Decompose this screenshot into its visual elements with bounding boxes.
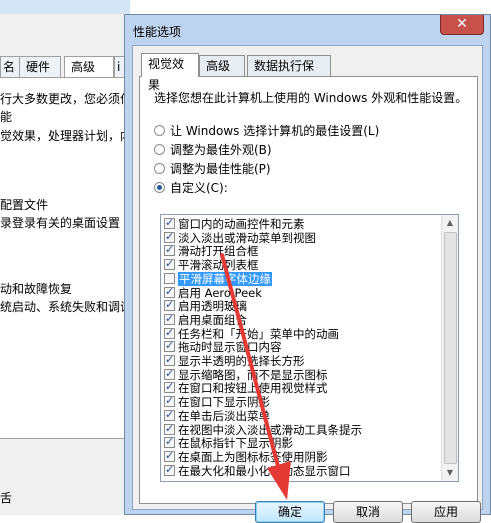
effect-label: 淡入淡出或滑动菜单到视图	[178, 230, 316, 245]
cancel-button[interactable]: 取消	[333, 501, 403, 523]
effect-item[interactable]: 在桌面上为图标标签使用阴影	[161, 449, 441, 464]
background-tab-panel: 行大多数更改，您必须作 能 觉效果，处理器计划，内 配置文件 录登录有关的桌面设…	[0, 77, 128, 439]
scroll-up-arrow-icon[interactable]: ▲	[442, 215, 458, 231]
apply-button[interactable]: 应用	[411, 501, 481, 523]
background-footer-text: 舌	[0, 491, 13, 505]
effect-label: 平滑屏幕字体边缘	[178, 271, 272, 286]
tab-advanced[interactable]: 高级	[64, 56, 114, 78]
system-properties-window: 名 硬件 高级 i 行大多数更改，您必须作 能 觉效果，处理器计划，内 配置文件…	[0, 0, 130, 515]
note-text: 行大多数更改，您必须作	[0, 92, 128, 106]
scroll-down-arrow-icon[interactable]: ▼	[442, 465, 458, 481]
effect-label: 在窗口下显示阴影	[178, 395, 270, 410]
effect-checkbox[interactable]	[164, 435, 175, 449]
tab-advanced[interactable]: 高级	[199, 55, 245, 76]
performance-options-dialog: 性能选项 ✕ 视觉效果 高级 数据执行保护 选择您想在此计算机上使用的 Wind…	[124, 14, 491, 523]
effect-checkbox[interactable]	[164, 326, 175, 340]
effect-checkbox[interactable]	[164, 422, 175, 436]
effect-label: 启用透明玻璃	[178, 299, 247, 314]
effect-label: 在桌面上为图标标签使用阴影	[178, 449, 328, 464]
radio-label: 自定义(C):	[170, 181, 228, 195]
effect-label: 在最大化和最小化时动态显示窗口	[178, 463, 351, 478]
effect-item[interactable]: 窗口内的动画控件和元素	[161, 216, 441, 231]
effect-checkbox[interactable]	[164, 394, 175, 408]
effect-checkbox[interactable]	[164, 298, 175, 312]
effect-label: 在窗口和按钮上使用视觉样式	[178, 381, 328, 396]
panel-description: 选择您想在此计算机上使用的 Windows 外观和性能设置。	[154, 91, 468, 105]
effect-checkbox[interactable]	[164, 353, 175, 367]
tab-hardware[interactable]: 硬件	[19, 56, 61, 77]
effect-label: 显示半透明的选择长方形	[178, 354, 305, 368]
close-icon: ✕	[456, 16, 468, 32]
effect-checkbox[interactable]	[164, 339, 175, 353]
dialog-client-area: 视觉效果 高级 数据执行保护 选择您想在此计算机上使用的 Windows 外观和…	[132, 45, 483, 510]
tab-visual-effects[interactable]: 视觉效果	[141, 53, 199, 92]
effect-item[interactable]: 在视图中淡入淡出或滑动工具条提示	[161, 422, 441, 437]
effect-label: 在单击后淡出菜单	[178, 408, 270, 423]
radio-button[interactable]	[154, 125, 165, 136]
startup-recovery-description: 统启动、系统失败和调试	[0, 300, 128, 314]
ok-button[interactable]: 确定	[255, 501, 325, 523]
effect-checkbox[interactable]	[164, 312, 175, 326]
startup-recovery-heading: 动和故障恢复	[0, 282, 73, 296]
effect-item[interactable]: 显示缩略图，而不是显示图标	[161, 367, 441, 382]
effect-label: 拖动时显示窗口内容	[178, 340, 282, 355]
effect-item[interactable]: 在最大化和最小化时动态显示窗口	[161, 463, 441, 478]
effect-label: 滑动打开组合框	[178, 244, 259, 259]
effect-item[interactable]: 在窗口和按钮上使用视觉样式	[161, 380, 441, 396]
dialog-title: 性能选项	[133, 25, 182, 39]
effect-item[interactable]: 启用桌面组合	[161, 312, 441, 327]
radio-label: 调整为最佳性能(P)	[170, 162, 271, 176]
effect-label: 任务栏和「开始」菜单中的动画	[178, 326, 339, 341]
effect-label: 启用 Aero Peek	[178, 285, 262, 300]
scroll-thumb[interactable]	[444, 232, 457, 464]
user-profiles-heading: 配置文件	[0, 198, 49, 212]
effect-checkbox[interactable]	[164, 463, 175, 477]
effect-checkbox[interactable]	[164, 367, 175, 381]
radio-button[interactable]	[154, 144, 165, 155]
user-profiles-description: 录登录有关的桌面设置	[0, 216, 121, 230]
effect-checkbox[interactable]	[164, 243, 175, 257]
effect-item[interactable]: 任务栏和「开始」菜单中的动画	[161, 326, 441, 341]
radio-button[interactable]	[154, 182, 165, 193]
dialog-titlebar[interactable]: 性能选项 ✕	[125, 15, 490, 45]
effect-item[interactable]: 滑动打开组合框	[161, 243, 441, 259]
tab-data-execution-prevention[interactable]: 数据执行保护	[247, 55, 331, 94]
background-tab-bar: 名 硬件 高级 i	[0, 56, 130, 78]
effect-item[interactable]: 拖动时显示窗口内容	[161, 339, 441, 355]
effect-item[interactable]: 显示半透明的选择长方形	[161, 353, 441, 368]
effect-checkbox[interactable]	[164, 230, 175, 244]
effect-label: 启用桌面组合	[178, 312, 247, 327]
effect-checkbox[interactable]	[164, 449, 175, 463]
effect-item[interactable]: 淡入淡出或滑动菜单到视图	[161, 230, 441, 245]
window-frame	[0, 0, 130, 14]
visual-effects-list[interactable]: 窗口内的动画控件和元素淡入淡出或滑动菜单到视图滑动打开组合框平滑滚动列表框平滑屏…	[160, 214, 459, 482]
effect-label: 显示缩略图，而不是显示图标	[178, 367, 328, 382]
effect-checkbox[interactable]	[164, 380, 175, 394]
effect-item[interactable]: 启用 Aero Peek	[161, 285, 441, 300]
effect-checkbox[interactable]	[164, 408, 175, 422]
effect-item[interactable]: 在鼠标指针下显示阴影	[161, 435, 441, 451]
background-bottom-area: 舌	[0, 455, 130, 515]
performance-heading: 能	[0, 110, 13, 124]
effect-label: 在视图中淡入淡出或滑动工具条提示	[178, 422, 362, 437]
effect-label: 窗口内的动画控件和元素	[178, 217, 305, 231]
close-button[interactable]: ✕	[440, 15, 484, 35]
effect-checkbox[interactable]	[164, 216, 175, 230]
radio-button[interactable]	[154, 163, 165, 174]
effect-label: 在鼠标指针下显示阴影	[178, 436, 293, 451]
effect-label: 平滑滚动列表框	[178, 258, 259, 273]
radio-label: 调整为最佳外观(B)	[170, 143, 272, 157]
effect-checkbox[interactable]	[164, 272, 175, 284]
vertical-scrollbar[interactable]: ▲ ▼	[441, 215, 458, 481]
effect-item[interactable]: 启用透明玻璃	[161, 298, 441, 314]
effect-item[interactable]: 平滑屏幕字体边缘	[161, 271, 441, 286]
effect-checkbox[interactable]	[164, 257, 175, 271]
effect-item[interactable]: 平滑滚动列表框	[161, 257, 441, 273]
effect-item[interactable]: 在窗口下显示阴影	[161, 394, 441, 410]
radio-label: 让 Windows 选择计算机的最佳设置(L)	[170, 124, 380, 138]
effect-item[interactable]: 在单击后淡出菜单	[161, 408, 441, 423]
tab-computer-name[interactable]: 名	[0, 56, 20, 77]
performance-description: 觉效果，处理器计划，内	[0, 129, 128, 143]
effect-checkbox[interactable]	[164, 285, 175, 299]
